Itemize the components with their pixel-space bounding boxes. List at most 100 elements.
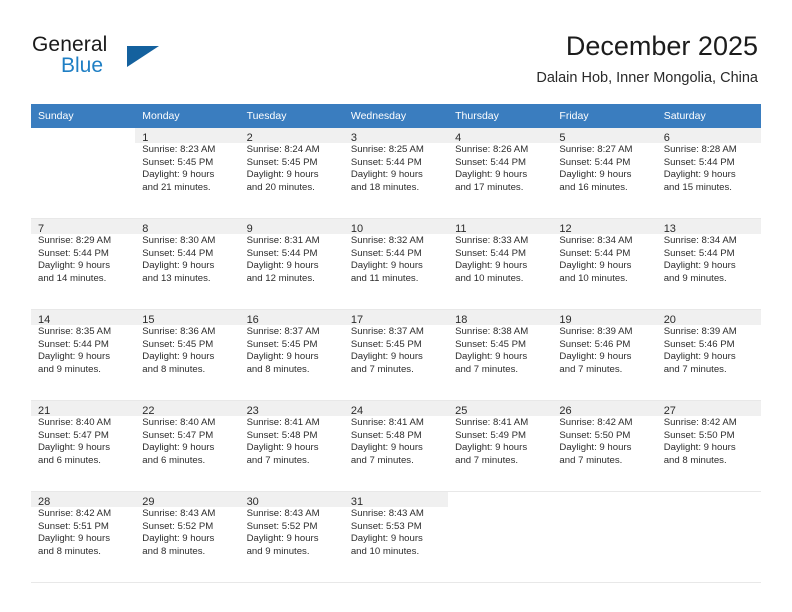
daylight-text-line1: Daylight: 9 hours — [246, 533, 319, 545]
weekday-header-thursday: Thursday — [448, 104, 553, 128]
calendar-week-row: 21 Sunrise: 8:40 AM Sunset: 5:47 PM Dayligh… — [31, 400, 761, 492]
calendar-day-cell[interactable]: 7 Sunrise: 8:29 AM Sunset: 5:44 PM Daylight… — [31, 218, 136, 310]
sunrise-text: Sunrise: 8:41 AM — [246, 417, 320, 428]
calendar-week-row: 14 Sunrise: 8:35 AM Sunset: 5:44 PM Dayligh… — [31, 309, 761, 401]
sunrise-text: Sunrise: 8:29 AM — [38, 235, 112, 246]
daylight-text-line1: Daylight: 9 hours — [559, 169, 632, 181]
day-cell-content: 16 Sunrise: 8:37 AM Sunset: 5:45 PM Dayligh… — [239, 310, 344, 400]
day-number: 5 — [552, 128, 657, 144]
title-block: December 2025 Dalain Hob, Inner Mongolia… — [536, 30, 758, 88]
day-number: 25 — [448, 401, 553, 417]
daylight-text-line1: Daylight: 9 hours — [142, 260, 215, 272]
day-cell-content — [448, 492, 552, 582]
day-sun-info: Sunrise: 8:40 AM Sunset: 5:47 PM Daylight:… — [135, 416, 239, 467]
calendar-week-row: 1 Sunrise: 8:23 AM Sunset: 5:45 PM Daylight… — [31, 128, 761, 219]
calendar-day-cell[interactable]: 11 Sunrise: 8:33 AM Sunset: 5:44 PM Dayligh… — [448, 218, 553, 310]
weekday-header-monday: Monday — [135, 104, 240, 128]
calendar-day-cell[interactable]: 23 Sunrise: 8:41 AM Sunset: 5:48 PM Dayligh… — [239, 400, 344, 492]
calendar-day-cell[interactable]: 10 Sunrise: 8:32 AM Sunset: 5:44 PM Dayligh… — [343, 218, 449, 310]
sunrise-text: Sunrise: 8:27 AM — [559, 144, 633, 155]
calendar-day-cell[interactable]: 16 Sunrise: 8:37 AM Sunset: 5:45 PM Dayligh… — [239, 309, 344, 401]
day-number: 17 — [343, 310, 449, 326]
day-sun-info: Sunrise: 8:32 AM Sunset: 5:44 PM Daylight:… — [344, 234, 448, 285]
calendar-day-cell[interactable]: 13 Sunrise: 8:34 AM Sunset: 5:44 PM Dayligh… — [656, 218, 761, 310]
daylight-text-line2: and 11 minutes. — [350, 272, 419, 284]
day-number: 30 — [239, 492, 344, 508]
calendar-day-cell[interactable]: 20 Sunrise: 8:39 AM Sunset: 5:46 PM Dayligh… — [656, 309, 761, 401]
calendar-day-cell[interactable]: 18 Sunrise: 8:38 AM Sunset: 5:45 PM Dayligh… — [448, 309, 553, 401]
calendar-day-cell[interactable]: 15 Sunrise: 8:36 AM Sunset: 5:45 PM Dayligh… — [135, 309, 240, 401]
calendar-day-cell[interactable]: 28 Sunrise: 8:42 AM Sunset: 5:51 PM Dayligh… — [31, 491, 136, 583]
sunrise-text: Sunrise: 8:36 AM — [142, 326, 216, 337]
calendar-day-cell[interactable]: 12 Sunrise: 8:34 AM Sunset: 5:44 PM Dayligh… — [552, 218, 657, 310]
day-number: 29 — [135, 492, 240, 508]
calendar-day-cell — [656, 491, 761, 583]
calendar-day-cell[interactable]: 25 Sunrise: 8:41 AM Sunset: 5:49 PM Dayligh… — [448, 400, 553, 492]
sunrise-text: Sunrise: 8:42 AM — [38, 508, 112, 519]
sunset-text: Sunset: 5:48 PM — [350, 429, 422, 441]
calendar-day-cell[interactable]: 4 Sunrise: 8:26 AM Sunset: 5:44 PM Daylight… — [448, 128, 553, 219]
calendar-day-cell[interactable]: 5 Sunrise: 8:27 AM Sunset: 5:44 PM Daylight… — [552, 128, 657, 219]
daylight-text-line2: and 17 minutes. — [455, 181, 524, 193]
calendar-day-cell[interactable]: 21 Sunrise: 8:40 AM Sunset: 5:47 PM Dayligh… — [31, 400, 136, 492]
calendar-day-cell[interactable]: 27 Sunrise: 8:42 AM Sunset: 5:50 PM Dayligh… — [656, 400, 761, 492]
daylight-text-line1: Daylight: 9 hours — [455, 260, 528, 272]
calendar-day-cell[interactable]: 6 Sunrise: 8:28 AM Sunset: 5:44 PM Daylight… — [656, 128, 761, 219]
day-cell-content: 23 Sunrise: 8:41 AM Sunset: 5:48 PM Dayligh… — [239, 401, 344, 491]
day-sun-info: Sunrise: 8:41 AM Sunset: 5:49 PM Daylight:… — [448, 416, 552, 467]
calendar-day-cell[interactable]: 14 Sunrise: 8:35 AM Sunset: 5:44 PM Dayligh… — [31, 309, 136, 401]
sunrise-text: Sunrise: 8:34 AM — [559, 235, 633, 246]
day-sun-info: Sunrise: 8:43 AM Sunset: 5:52 PM Daylight:… — [240, 507, 344, 558]
day-number: 18 — [448, 310, 553, 326]
daylight-text-line2: and 13 minutes. — [142, 272, 211, 284]
calendar-day-cell[interactable]: 30 Sunrise: 8:43 AM Sunset: 5:52 PM Dayligh… — [239, 491, 344, 583]
day-cell-content: 15 Sunrise: 8:36 AM Sunset: 5:45 PM Dayligh… — [135, 310, 240, 400]
day-cell-content: 6 Sunrise: 8:28 AM Sunset: 5:44 PM Daylight… — [656, 128, 761, 218]
day-number: 27 — [656, 401, 761, 417]
day-number: 2 — [239, 128, 344, 144]
daylight-text-line2: and 10 minutes. — [350, 545, 420, 557]
sunset-text: Sunset: 5:45 PM — [246, 156, 318, 168]
weekday-header-wednesday: Wednesday — [343, 104, 449, 128]
daylight-text-line1: Daylight: 9 hours — [350, 351, 423, 363]
day-sun-info: Sunrise: 8:39 AM Sunset: 5:46 PM Daylight:… — [657, 325, 761, 376]
day-sun-info — [552, 507, 656, 508]
calendar-day-cell[interactable]: 1 Sunrise: 8:23 AM Sunset: 5:45 PM Daylight… — [135, 128, 240, 219]
sunset-text: Sunset: 5:44 PM — [559, 247, 631, 259]
calendar-day-cell — [448, 491, 553, 583]
calendar-day-cell[interactable]: 29 Sunrise: 8:43 AM Sunset: 5:52 PM Dayligh… — [135, 491, 240, 583]
sunrise-text: Sunrise: 8:42 AM — [663, 417, 737, 428]
daylight-text-line1: Daylight: 9 hours — [38, 533, 110, 545]
daylight-text-line2: and 8 minutes. — [142, 363, 206, 375]
daylight-text-line2: and 7 minutes. — [559, 454, 623, 466]
sunset-text: Sunset: 5:45 PM — [142, 338, 214, 350]
daylight-text-line1: Daylight: 9 hours — [142, 351, 215, 363]
daylight-text-line2: and 16 minutes. — [559, 181, 628, 193]
day-sun-info: Sunrise: 8:42 AM Sunset: 5:50 PM Daylight:… — [552, 416, 656, 467]
day-number — [552, 492, 656, 507]
day-cell-content: 4 Sunrise: 8:26 AM Sunset: 5:44 PM Daylight… — [448, 128, 553, 218]
calendar-day-cell[interactable]: 31 Sunrise: 8:43 AM Sunset: 5:53 PM Dayligh… — [343, 491, 449, 583]
daylight-text-line2: and 7 minutes. — [559, 363, 623, 375]
calendar-day-cell[interactable]: 8 Sunrise: 8:30 AM Sunset: 5:44 PM Daylight… — [135, 218, 240, 310]
weekday-header-tuesday: Tuesday — [239, 104, 344, 128]
day-number: 6 — [656, 128, 761, 144]
calendar-day-cell[interactable]: 9 Sunrise: 8:31 AM Sunset: 5:44 PM Daylight… — [239, 218, 344, 310]
calendar-day-cell[interactable]: 26 Sunrise: 8:42 AM Sunset: 5:50 PM Dayligh… — [552, 400, 657, 492]
calendar-day-cell[interactable]: 2 Sunrise: 8:24 AM Sunset: 5:45 PM Daylight… — [239, 128, 344, 219]
daylight-text-line2: and 7 minutes. — [350, 454, 414, 466]
calendar-day-cell[interactable]: 3 Sunrise: 8:25 AM Sunset: 5:44 PM Daylight… — [343, 128, 449, 219]
day-cell-content: 25 Sunrise: 8:41 AM Sunset: 5:49 PM Dayligh… — [448, 401, 553, 491]
calendar-day-cell[interactable]: 19 Sunrise: 8:39 AM Sunset: 5:46 PM Dayligh… — [552, 309, 657, 401]
daylight-text-line1: Daylight: 9 hours — [350, 442, 423, 454]
daylight-text-line2: and 7 minutes. — [246, 454, 310, 466]
daylight-text-line2: and 8 minutes. — [663, 454, 727, 466]
day-cell-content: 10 Sunrise: 8:32 AM Sunset: 5:44 PM Dayligh… — [343, 219, 449, 309]
weekday-header-saturday: Saturday — [656, 104, 761, 128]
sunrise-text: Sunrise: 8:35 AM — [38, 326, 112, 337]
daylight-text-line2: and 8 minutes. — [142, 545, 206, 557]
calendar-day-cell[interactable]: 17 Sunrise: 8:37 AM Sunset: 5:45 PM Dayligh… — [343, 309, 449, 401]
calendar-day-cell[interactable]: 24 Sunrise: 8:41 AM Sunset: 5:48 PM Dayligh… — [343, 400, 449, 492]
day-cell-content: 14 Sunrise: 8:35 AM Sunset: 5:44 PM Dayligh… — [31, 310, 136, 400]
calendar-day-cell[interactable]: 22 Sunrise: 8:40 AM Sunset: 5:47 PM Dayligh… — [135, 400, 240, 492]
